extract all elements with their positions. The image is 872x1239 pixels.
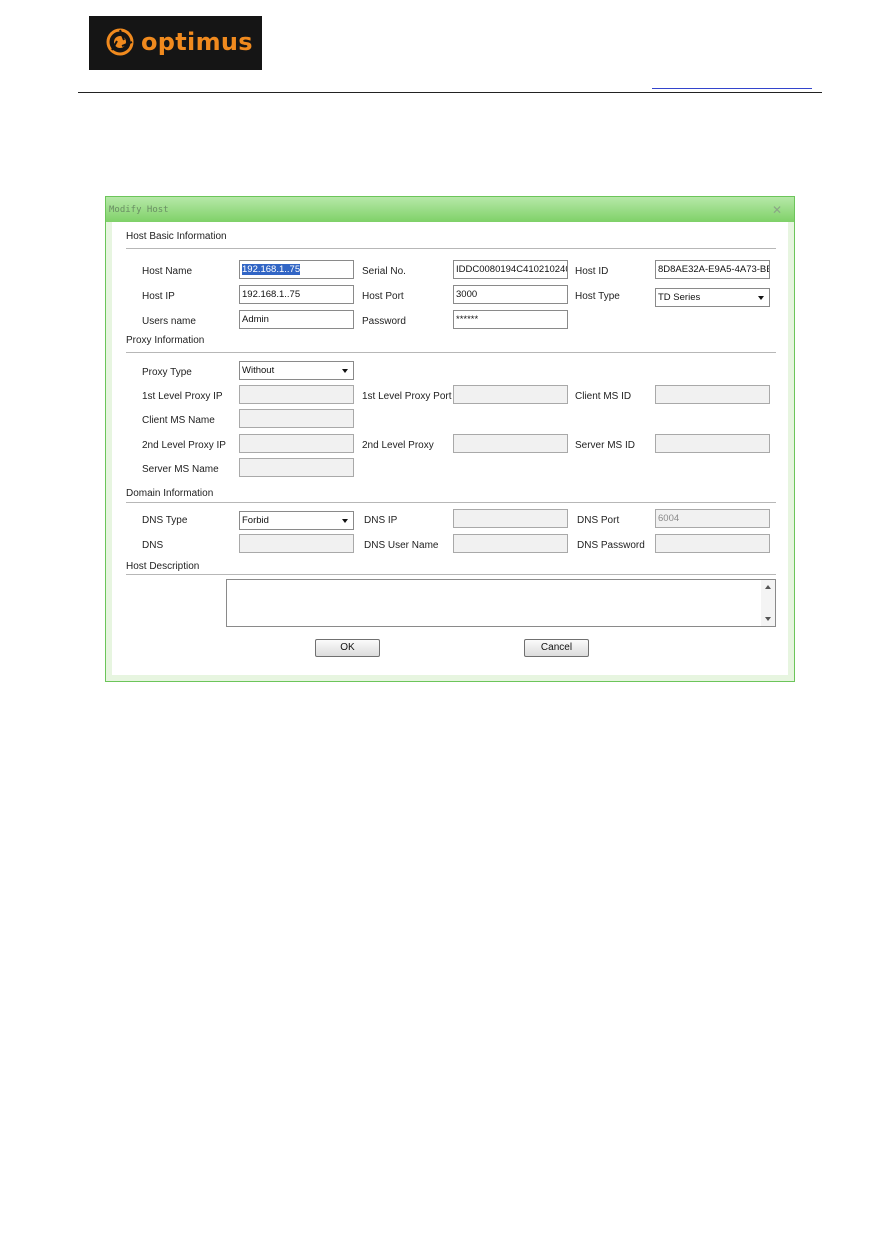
dns-label: DNS (142, 540, 164, 551)
host-ip-input[interactable]: 192.168.1..75 (239, 285, 354, 304)
serial-label: Serial No. (362, 266, 406, 277)
host-id-label: Host ID (575, 266, 609, 277)
brand-logo: optimus (89, 16, 262, 70)
client-ms-name-input[interactable] (239, 409, 354, 428)
l1-proxy-ip-input[interactable] (239, 385, 354, 404)
cancel-button[interactable]: Cancel (524, 639, 589, 657)
section-desc-title: Host Description (126, 561, 200, 572)
dns-user-input[interactable] (453, 534, 568, 553)
client-ms-name-label: Client MS Name (142, 415, 215, 426)
server-ms-name-input[interactable] (239, 458, 354, 477)
username-label: Users name (142, 316, 196, 327)
l2-proxy-ip-input[interactable] (239, 434, 354, 453)
client-ms-id-label: Client MS ID (575, 391, 632, 402)
password-label: Password (362, 316, 406, 327)
host-type-value: TD Series (658, 292, 701, 303)
modify-host-dialog: Modify Host ✕ Host Basic Information Hos… (105, 196, 795, 682)
host-port-label: Host Port (362, 291, 404, 302)
scroll-up-icon[interactable] (765, 585, 771, 589)
l2-proxy-label: 2nd Level Proxy (362, 440, 434, 451)
ok-button[interactable]: OK (315, 639, 380, 657)
close-icon[interactable]: ✕ (772, 203, 782, 217)
server-ms-id-input[interactable] (655, 434, 770, 453)
dns-type-select[interactable]: Forbid (239, 511, 354, 530)
scrollbar[interactable] (761, 580, 775, 626)
client-ms-id-input[interactable] (655, 385, 770, 404)
header-link-underline (652, 88, 812, 89)
dns-port-input[interactable]: 6004 (655, 509, 770, 528)
host-type-select[interactable]: TD Series (655, 288, 770, 307)
aperture-icon (106, 28, 134, 56)
proxy-type-label: Proxy Type (142, 367, 192, 378)
dns-ip-input[interactable] (453, 509, 568, 528)
dns-port-label: DNS Port (577, 515, 620, 526)
chevron-down-icon[interactable] (342, 519, 348, 523)
dns-type-label: DNS Type (142, 515, 188, 526)
section-divider (126, 574, 776, 576)
section-divider (126, 502, 776, 504)
l2-proxy-ip-label: 2nd Level Proxy IP (142, 440, 226, 451)
section-domain-title: Domain Information (126, 488, 214, 499)
username-input[interactable]: Admin (239, 310, 354, 329)
host-ip-label: Host IP (142, 291, 175, 302)
scroll-down-icon[interactable] (765, 617, 771, 621)
dns-input[interactable] (239, 534, 354, 553)
host-type-label: Host Type (575, 291, 620, 302)
server-ms-id-label: Server MS ID (575, 440, 636, 451)
dns-ip-label: DNS IP (364, 515, 398, 526)
host-description-textarea[interactable] (226, 579, 776, 627)
host-id-input[interactable]: 8D8AE32A-E9A5-4A73-BE (655, 260, 770, 279)
section-divider (126, 248, 776, 250)
section-proxy-title: Proxy Information (126, 335, 205, 346)
host-name-label: Host Name (142, 266, 193, 277)
server-ms-name-label: Server MS Name (142, 464, 219, 475)
section-divider (126, 352, 776, 354)
dns-user-label: DNS User Name (364, 540, 439, 551)
host-port-input[interactable]: 3000 (453, 285, 568, 304)
proxy-type-value: Without (242, 365, 275, 376)
chevron-down-icon[interactable] (758, 296, 764, 300)
l1-proxy-port-input[interactable] (453, 385, 568, 404)
host-name-input[interactable]: 192.168.1..75 (239, 260, 354, 279)
header-rule (78, 92, 822, 93)
proxy-type-select[interactable]: Without (239, 361, 354, 380)
serial-input[interactable]: IDDC0080194C4102102400 (453, 260, 568, 279)
password-input[interactable]: ****** (453, 310, 568, 329)
dns-type-value: Forbid (242, 515, 269, 526)
dialog-title: Modify Host (109, 205, 169, 215)
dialog-titlebar[interactable]: Modify Host ✕ (106, 197, 794, 222)
l1-proxy-ip-label: 1st Level Proxy IP (142, 391, 223, 402)
host-name-value: 192.168.1..75 (242, 264, 301, 275)
dns-password-input[interactable] (655, 534, 770, 553)
l2-proxy-input[interactable] (453, 434, 568, 453)
dns-password-label: DNS Password (577, 540, 645, 551)
section-basic-title: Host Basic Information (126, 231, 227, 242)
l1-proxy-port-label: 1st Level Proxy Port (362, 391, 452, 402)
dialog-client-area: Host Basic Information Host Name 192.168… (112, 222, 788, 675)
chevron-down-icon[interactable] (342, 369, 348, 373)
brand-name: optimus (141, 28, 253, 56)
